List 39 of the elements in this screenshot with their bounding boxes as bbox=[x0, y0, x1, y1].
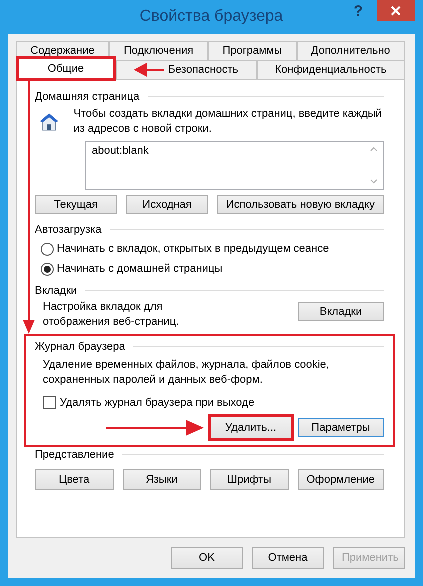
close-icon bbox=[391, 6, 401, 16]
appearance-button[interactable]: Цвета bbox=[35, 469, 114, 490]
group-title: Представление bbox=[35, 448, 114, 460]
radio-button[interactable] bbox=[41, 262, 54, 276]
help-button[interactable]: ? bbox=[354, 3, 363, 20]
home-page-button[interactable]: Исходная bbox=[126, 195, 208, 214]
appearance-button[interactable]: Оформление bbox=[298, 469, 384, 490]
description-text: Чтобы создать вкладки домашних страниц, введите каждый из адресов с новой строки. bbox=[74, 107, 383, 137]
home-page-button[interactable]: Использовать новую вкладку bbox=[217, 195, 384, 214]
history-button[interactable]: Удалить... bbox=[208, 414, 294, 441]
tab[interactable]: Дополнительно bbox=[296, 41, 405, 60]
tab[interactable]: Программы bbox=[208, 41, 297, 60]
group-title: Автозагрузка bbox=[35, 224, 102, 236]
home-page-button[interactable]: Текущая bbox=[35, 195, 118, 214]
group-title: Журнал браузера bbox=[35, 340, 126, 352]
checkbox[interactable] bbox=[43, 396, 56, 409]
annotation-arrow bbox=[134, 63, 164, 77]
description-text: Удаление временных файлов, журнала, файлов cookie, сохраненных паролей и данных веб-форм. bbox=[43, 358, 330, 388]
appearance-button[interactable]: Шрифты bbox=[210, 469, 289, 490]
tab[interactable]: Общие bbox=[16, 56, 116, 81]
tab[interactable]: Подключения bbox=[109, 41, 208, 60]
dialog-button[interactable]: Отмена bbox=[252, 547, 324, 569]
window-title: Свойства браузера bbox=[140, 8, 284, 26]
description-text: Настройка вкладок для отображения веб-страниц. bbox=[43, 300, 180, 330]
tab[interactable]: Безопасность bbox=[116, 60, 257, 79]
dialog-button[interactable]: OK bbox=[171, 547, 243, 569]
radio-button[interactable] bbox=[41, 242, 54, 256]
addresses-field[interactable]: about:blank bbox=[85, 141, 384, 190]
checkbox-label[interactable]: Удалять журнал браузера при выходе bbox=[60, 396, 255, 408]
radio-label[interactable]: Начинать с домашней страницы bbox=[57, 263, 223, 275]
history-button[interactable]: Параметры bbox=[298, 418, 384, 437]
scrollbar[interactable] bbox=[369, 145, 379, 186]
appearance-button[interactable]: Языки bbox=[122, 469, 202, 490]
group-title: Вкладки bbox=[35, 284, 78, 296]
close-button[interactable] bbox=[377, 0, 415, 21]
group-title: Домашняя страница bbox=[35, 90, 140, 102]
tab[interactable]: Конфиденциальность bbox=[256, 60, 406, 79]
tabs-button[interactable]: Вкладки bbox=[298, 302, 384, 321]
radio-label[interactable]: Начинать с вкладок, открытых в предыдущем сеансе bbox=[57, 243, 330, 255]
